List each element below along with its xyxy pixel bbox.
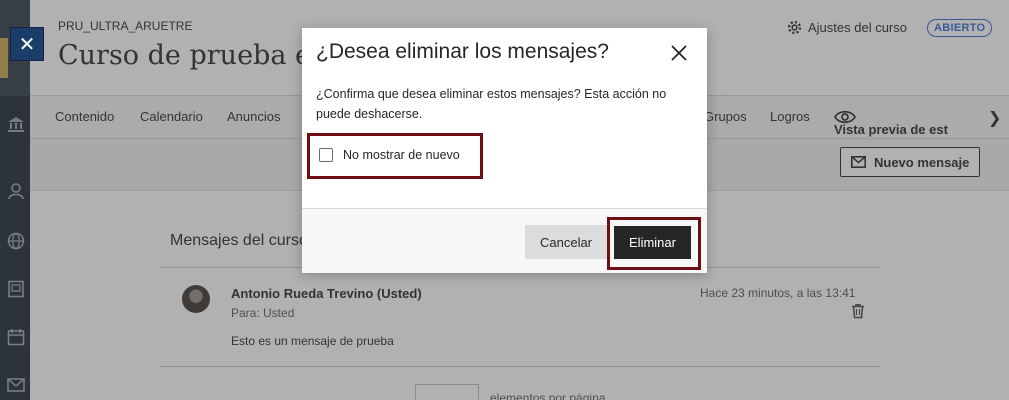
dialog-title: ¿Desea eliminar los mensajes? <box>316 40 609 63</box>
close-dialog-icon[interactable] <box>670 44 688 62</box>
close-icon[interactable]: ✕ <box>10 27 44 61</box>
delete-confirm-dialog: ¿Desea eliminar los mensajes? ¿Confirma … <box>302 28 707 273</box>
dialog-description: ¿Confirma que desea eliminar estos mensa… <box>316 87 667 121</box>
checkbox-box[interactable] <box>319 148 333 162</box>
dont-show-again-checkbox[interactable]: No mostrar de nuevo <box>319 148 460 162</box>
dialog-footer: Cancelar Eliminar <box>302 208 707 273</box>
checkbox-label: No mostrar de nuevo <box>343 148 460 162</box>
delete-button[interactable]: Eliminar <box>614 226 691 259</box>
cancel-button[interactable]: Cancelar <box>525 225 607 259</box>
